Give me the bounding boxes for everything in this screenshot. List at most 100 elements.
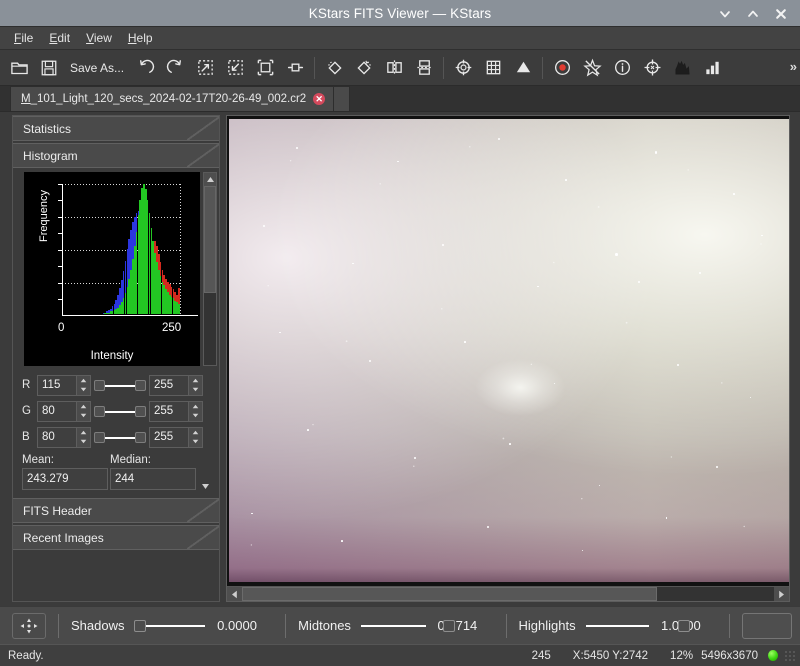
- slider-handle-low[interactable]: [94, 405, 105, 417]
- toolbar-overflow-button[interactable]: »: [790, 59, 797, 74]
- flip-horizontal-icon[interactable]: [379, 53, 409, 83]
- spin-up-icon[interactable]: [189, 402, 202, 412]
- minimize-button[interactable]: [718, 7, 732, 21]
- channel-high-spinbox-g[interactable]: [149, 400, 203, 422]
- channel-low-input-b[interactable]: [37, 426, 77, 448]
- zoom-out-icon[interactable]: [220, 53, 250, 83]
- image-canvas[interactable]: [227, 116, 789, 586]
- tools-sidebar: Statistics Histogram Frequency 0 250 Int…: [12, 115, 220, 602]
- slider-handle[interactable]: [134, 619, 147, 632]
- spin-down-icon[interactable]: [77, 437, 90, 447]
- scrollbar-track[interactable]: [204, 186, 216, 365]
- spinbox-buttons[interactable]: [77, 400, 91, 422]
- astro-image[interactable]: [229, 119, 789, 582]
- flip-vertical-icon[interactable]: [409, 53, 439, 83]
- channel-high-spinbox-b[interactable]: [149, 426, 203, 448]
- spin-up-icon[interactable]: [77, 376, 90, 386]
- scroll-left-icon[interactable]: [227, 587, 242, 601]
- spinbox-buttons[interactable]: [189, 400, 203, 422]
- spin-down-icon[interactable]: [189, 437, 202, 447]
- close-button[interactable]: [774, 7, 788, 21]
- scroll-up-icon[interactable]: [204, 173, 216, 186]
- sidebar-section-histogram[interactable]: Histogram: [13, 143, 219, 168]
- channel-low-input-r[interactable]: [37, 374, 77, 396]
- highlights-slider[interactable]: [585, 614, 690, 638]
- tab-image-0[interactable]: M_101_Light_120_secs_2024-02-17T20-26-49…: [10, 86, 335, 111]
- mean-value-field[interactable]: [22, 468, 108, 490]
- channel-high-input-r[interactable]: [149, 374, 189, 396]
- menu-view[interactable]: View: [78, 29, 120, 47]
- resize-grip-icon[interactable]: [784, 649, 796, 662]
- sidebar-vertical-scrollbar[interactable]: [203, 172, 217, 366]
- star-detect-icon[interactable]: [577, 53, 607, 83]
- shadows-slider[interactable]: [134, 614, 206, 638]
- spin-down-icon[interactable]: [189, 411, 202, 421]
- zoom-default-icon[interactable]: [280, 53, 310, 83]
- maximize-button[interactable]: [746, 7, 760, 21]
- stretch-preview-swatch[interactable]: [741, 612, 792, 639]
- histogram-curve-icon[interactable]: [667, 53, 697, 83]
- median-value-field[interactable]: [110, 468, 196, 490]
- rotate-right-icon[interactable]: [319, 53, 349, 83]
- sidebar-section-fits-header[interactable]: FITS Header: [13, 498, 219, 523]
- slider-handle-high[interactable]: [135, 405, 146, 417]
- channel-high-input-b[interactable]: [149, 426, 189, 448]
- slider-handle-high[interactable]: [135, 431, 146, 443]
- spin-down-icon[interactable]: [77, 411, 90, 421]
- spin-up-icon[interactable]: [77, 402, 90, 412]
- sidebar-section-recent-images[interactable]: Recent Images: [13, 525, 219, 550]
- statistics-bars-icon[interactable]: [697, 53, 727, 83]
- open-folder-icon[interactable]: [4, 53, 34, 83]
- spin-down-icon[interactable]: [189, 385, 202, 395]
- channel-low-spinbox-g[interactable]: [37, 400, 91, 422]
- spinbox-buttons[interactable]: [77, 374, 91, 396]
- grid-icon[interactable]: [478, 53, 508, 83]
- channel-high-input-g[interactable]: [149, 400, 189, 422]
- menu-edit[interactable]: Edit: [41, 29, 78, 47]
- menu-help[interactable]: Help: [120, 29, 161, 47]
- zoom-fit-icon[interactable]: [250, 53, 280, 83]
- autostretch-button[interactable]: [12, 612, 46, 639]
- record-icon[interactable]: [547, 53, 577, 83]
- histogram-chart[interactable]: Frequency 0 250 Intensity: [24, 172, 200, 366]
- spinbox-buttons[interactable]: [189, 374, 203, 396]
- scrollbar-track[interactable]: [242, 587, 774, 601]
- sidebar-section-statistics[interactable]: Statistics: [13, 116, 219, 141]
- menu-file[interactable]: File: [6, 29, 41, 47]
- scroll-right-icon[interactable]: [774, 587, 789, 601]
- spinbox-buttons[interactable]: [189, 426, 203, 448]
- scrollbar-thumb[interactable]: [242, 587, 657, 601]
- target-icon[interactable]: [637, 53, 667, 83]
- crosshair-icon[interactable]: [448, 53, 478, 83]
- spin-up-icon[interactable]: [189, 376, 202, 386]
- spin-up-icon[interactable]: [77, 428, 90, 438]
- redo-icon[interactable]: [160, 53, 190, 83]
- channel-low-spinbox-r[interactable]: [37, 374, 91, 396]
- image-horizontal-scrollbar[interactable]: [227, 586, 789, 601]
- slider-handle[interactable]: [677, 619, 690, 632]
- info-icon[interactable]: [607, 53, 637, 83]
- channel-high-spinbox-r[interactable]: [149, 374, 203, 396]
- save-as-button[interactable]: Save As...: [64, 61, 130, 75]
- spinbox-buttons[interactable]: [77, 426, 91, 448]
- rotate-left-icon[interactable]: [349, 53, 379, 83]
- close-icon[interactable]: ✕: [313, 93, 326, 105]
- zoom-in-icon[interactable]: [190, 53, 220, 83]
- slider-handle-high[interactable]: [135, 379, 146, 391]
- slider-handle-low[interactable]: [94, 379, 105, 391]
- channel-low-spinbox-b[interactable]: [37, 426, 91, 448]
- save-icon[interactable]: [34, 53, 64, 83]
- channel-range-slider-b[interactable]: [94, 427, 146, 448]
- spin-up-icon[interactable]: [189, 428, 202, 438]
- slider-handle-low[interactable]: [94, 431, 105, 443]
- spin-down-icon[interactable]: [77, 385, 90, 395]
- scroll-down-icon[interactable]: [198, 468, 212, 490]
- slider-handle[interactable]: [442, 619, 455, 632]
- undo-icon[interactable]: [130, 53, 160, 83]
- scrollbar-thumb[interactable]: [204, 186, 216, 294]
- midtones-slider[interactable]: [360, 614, 455, 638]
- peak-icon[interactable]: [508, 53, 538, 83]
- channel-range-slider-r[interactable]: [94, 375, 146, 396]
- channel-low-input-g[interactable]: [37, 400, 77, 422]
- channel-range-slider-g[interactable]: [94, 401, 146, 422]
